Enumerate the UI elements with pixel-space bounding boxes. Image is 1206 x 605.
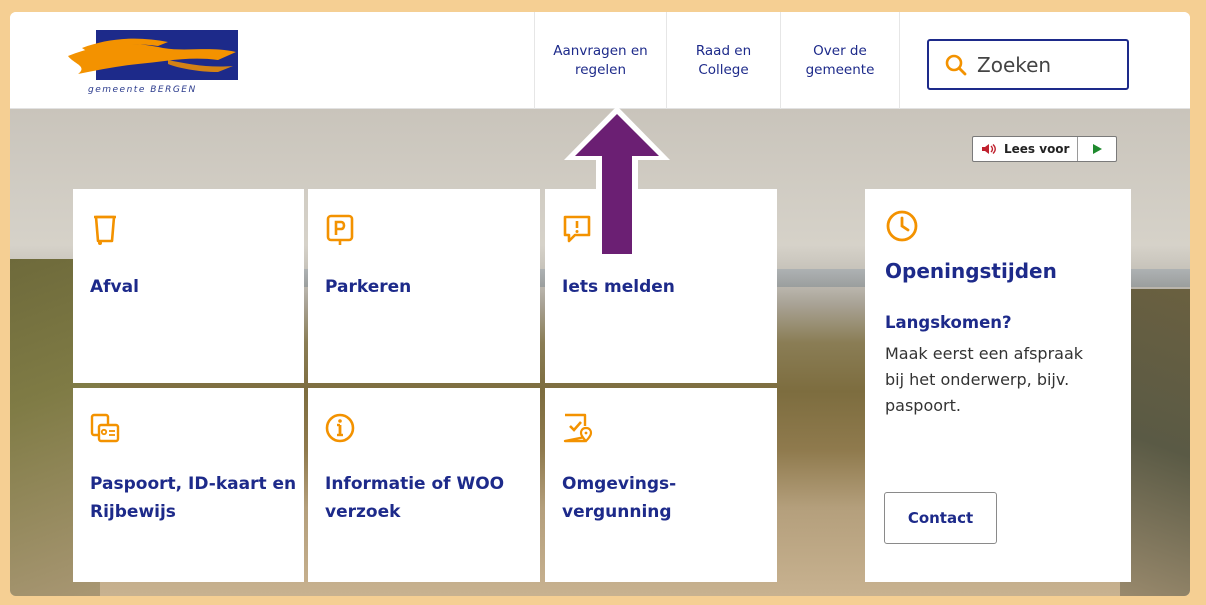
opening-hours-card: Openingstijden Langskomen? Maak eerst ee…: [865, 189, 1131, 582]
tile-label: Paspoort, ID-kaart en Rijbewijs: [90, 474, 297, 522]
tile-afval[interactable]: Afval: [73, 189, 304, 383]
clock-icon: [886, 210, 918, 242]
opening-hours-description: Maak eerst een afspraak bij het onderwer…: [885, 344, 1084, 415]
search-box[interactable]: [927, 39, 1129, 90]
info-icon: [325, 413, 355, 443]
nav-label: Aanvragen en regelen: [553, 42, 648, 78]
tile-label: Parkeren: [325, 277, 412, 297]
read-aloud-button[interactable]: Lees voor: [973, 137, 1079, 161]
tile-paspoort[interactable]: Paspoort, ID-kaart en Rijbewijs: [73, 388, 304, 582]
tile-label: Iets melden: [562, 277, 675, 297]
tile-label: Omgevings-vergunning: [562, 474, 677, 522]
nav-raad-en-college[interactable]: Raad en College: [666, 12, 780, 109]
read-aloud-label: Lees voor: [1004, 142, 1070, 156]
tile-informatie-woo[interactable]: Informatie of WOO verzoek: [308, 388, 540, 582]
nav-over-de-gemeente[interactable]: Over de gemeente: [780, 12, 900, 109]
page-frame: gemeente BERGEN Aanvragen en regelen Raa…: [10, 12, 1190, 596]
tile-omgevingsvergunning[interactable]: Omgevings-vergunning: [545, 388, 777, 582]
read-aloud-widget: Lees voor: [972, 136, 1118, 162]
site-header: gemeente BERGEN Aanvragen en regelen Raa…: [10, 12, 1190, 109]
nav-label: Raad en College: [695, 42, 752, 78]
municipality-logo[interactable]: gemeente BERGEN: [68, 30, 248, 100]
contact-button[interactable]: Contact: [884, 492, 997, 544]
logo-graphic: [68, 30, 238, 80]
play-button[interactable]: [1078, 137, 1116, 161]
parking-icon: [326, 214, 354, 245]
play-icon: [1093, 144, 1103, 154]
search-input[interactable]: [977, 52, 1117, 77]
tile-label: Afval: [90, 277, 139, 297]
nav-aanvragen-en-regelen[interactable]: Aanvragen en regelen: [534, 12, 666, 109]
opening-hours-title: Openingstijden: [885, 259, 1057, 283]
trash-bin-icon: [94, 215, 116, 245]
logo-text: gemeente BERGEN: [88, 85, 197, 95]
search-icon: [945, 54, 967, 75]
nav-label: Over de gemeente: [805, 42, 875, 78]
permit-icon: [563, 413, 593, 443]
opening-hours-subtitle: Langskomen?: [885, 313, 1012, 332]
tile-parkeren[interactable]: Parkeren: [308, 189, 540, 383]
tile-label: Informatie of WOO verzoek: [325, 474, 505, 522]
speaker-icon: [982, 144, 996, 154]
id-card-icon: [90, 413, 120, 443]
annotation-arrow-icon: [564, 106, 670, 258]
